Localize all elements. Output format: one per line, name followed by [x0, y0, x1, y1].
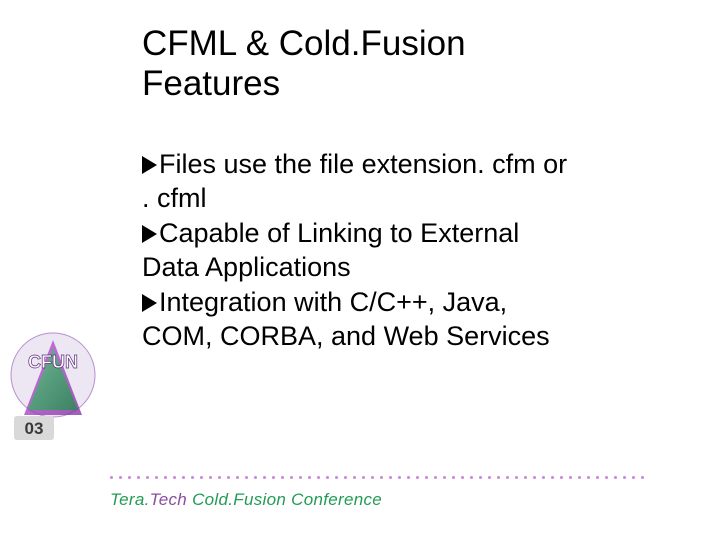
slide: CFML & Cold.Fusion Features Files use th…	[0, 0, 720, 540]
footer-dots	[110, 474, 700, 480]
bullet-3-cont: COM, CORBA, and Web Services	[142, 319, 662, 354]
bullet-2-cont: Data Applications	[142, 250, 662, 285]
arrow-icon	[142, 225, 157, 243]
bullet-1: Files use the file extension. cfm or	[142, 147, 662, 182]
bullet-3: Integration with C/C++, Java,	[142, 285, 662, 320]
bullet-text: COM, CORBA, and Web Services	[142, 321, 550, 351]
title-line-2: Features	[142, 64, 280, 103]
footer-brand-tech: Tech	[150, 490, 192, 509]
bullet-text: Capable of Linking to External	[159, 218, 519, 248]
footer-brand-tera: Tera.	[110, 490, 150, 509]
footer-text: Tera.Tech Cold.Fusion Conference	[110, 490, 382, 510]
arrow-icon	[142, 156, 157, 174]
content-area: CFML & Cold.Fusion Features Files use th…	[142, 24, 662, 354]
title-line-1: CFML & Cold.Fusion	[142, 24, 466, 63]
slide-title: CFML & Cold.Fusion Features	[142, 24, 662, 105]
bullet-list: Files use the file extension. cfm or . c…	[142, 147, 662, 354]
arrow-icon	[142, 294, 157, 312]
svg-text:03: 03	[25, 419, 44, 438]
svg-text:CFUN: CFUN	[28, 352, 78, 372]
bullet-text: Data Applications	[142, 252, 351, 282]
cfun-logo: CFUN 03	[6, 320, 100, 448]
bullet-text: Files use the file extension. cfm or	[159, 149, 567, 179]
bullet-2: Capable of Linking to External	[142, 216, 662, 251]
bullet-text: Integration with C/C++, Java,	[159, 287, 507, 317]
bullet-text: . cfml	[142, 183, 207, 213]
footer-rest: Cold.Fusion Conference	[192, 490, 382, 509]
bullet-1-cont: . cfml	[142, 181, 662, 216]
